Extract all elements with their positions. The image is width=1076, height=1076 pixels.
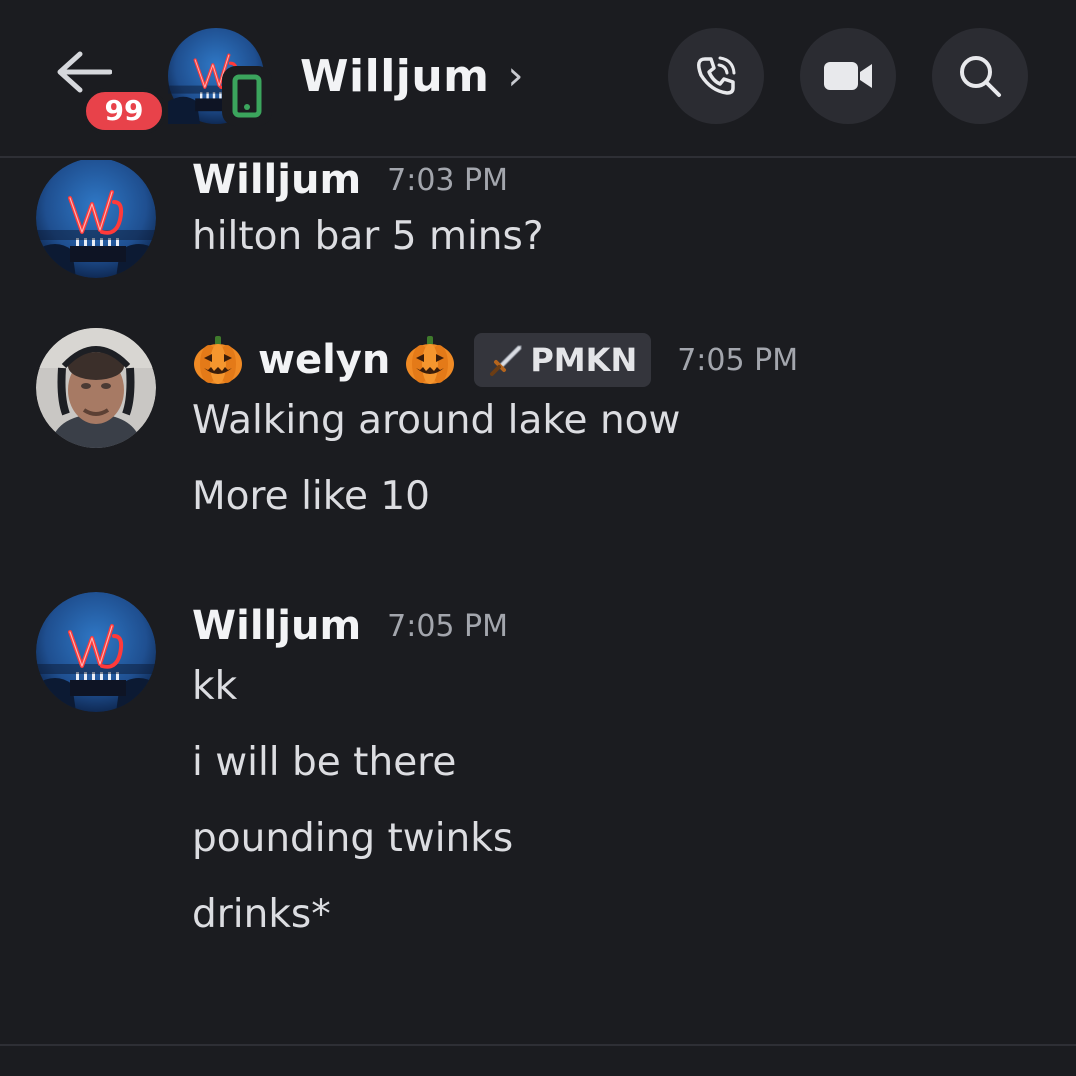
message-text[interactable]: Walking around lake now — [192, 398, 680, 443]
author-name[interactable]: welyn — [258, 337, 390, 383]
video-call-button[interactable] — [800, 28, 896, 124]
search-button[interactable] — [932, 28, 1028, 124]
mobile-status-indicator — [222, 66, 272, 126]
timestamp: 7:05 PM — [387, 608, 509, 644]
neon-w-avatar — [36, 160, 156, 278]
author-name[interactable]: Willjum — [192, 603, 361, 649]
message-text[interactable]: drinks* — [192, 892, 331, 937]
message-list[interactable]: Willjum 7:03 PM hilton bar 5 mins? welyn — [0, 160, 1076, 1044]
message-text[interactable]: hilton bar 5 mins? — [192, 214, 544, 259]
jack-o-lantern-icon — [192, 334, 244, 386]
voice-call-button[interactable] — [668, 28, 764, 124]
search-icon — [960, 56, 1001, 97]
timestamp: 7:03 PM — [387, 162, 509, 198]
phone-icon — [697, 56, 736, 95]
composer-divider — [0, 1044, 1076, 1046]
message-header: welyn PMKN 7:05 PM — [192, 330, 798, 390]
user-photo-avatar — [36, 328, 156, 448]
message-text[interactable]: kk — [192, 664, 237, 709]
avatar[interactable] — [36, 160, 156, 278]
chat-header: 99 Willjum › — [0, 0, 1076, 158]
jack-o-lantern-icon — [404, 334, 456, 386]
avatar[interactable] — [36, 328, 156, 448]
guild-tag-label: PMKN — [530, 341, 638, 379]
recipient-name: Willjum — [300, 50, 490, 102]
message-text[interactable]: pounding twinks — [192, 816, 513, 861]
message-text[interactable]: i will be there — [192, 740, 456, 785]
message-header: Willjum 7:03 PM — [192, 160, 508, 208]
guild-tag[interactable]: PMKN — [474, 333, 652, 387]
mobile-phone-icon — [232, 74, 262, 118]
chevron-right-icon: › — [507, 53, 524, 99]
message-header: Willjum 7:05 PM — [192, 598, 508, 654]
avatar[interactable] — [36, 592, 156, 712]
author-name[interactable]: Willjum — [192, 160, 361, 203]
message-text[interactable]: More like 10 — [192, 474, 430, 519]
unread-badge: 99 — [82, 88, 166, 134]
video-camera-icon — [824, 62, 872, 90]
timestamp: 7:05 PM — [677, 342, 799, 378]
neon-w-avatar — [36, 592, 156, 712]
dm-screen: 99 Willjum › Willjum 7:03 PM hilton bar … — [0, 0, 1076, 1076]
channel-title[interactable]: Willjum › — [300, 46, 524, 106]
sword-icon — [490, 345, 522, 376]
